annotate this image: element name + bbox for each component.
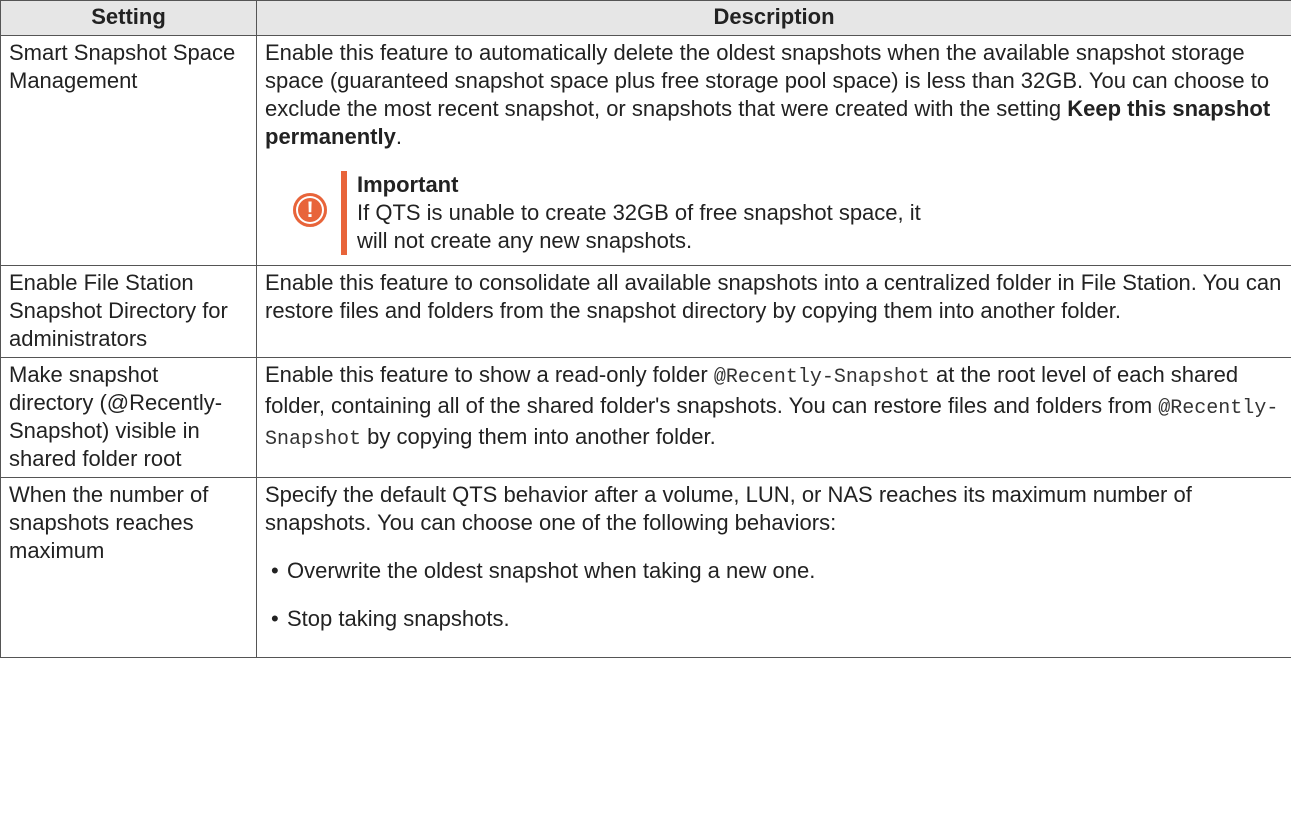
folder-code: @Recently-Snapshot bbox=[713, 366, 930, 389]
list-item: Stop taking snapshots. bbox=[271, 605, 1283, 633]
table-header-row: Setting Description bbox=[0, 0, 1291, 36]
settings-table: Setting Description Smart Snapshot Space… bbox=[0, 0, 1291, 658]
exclamation-icon: ! bbox=[293, 193, 327, 227]
description-text: Specify the default QTS behavior after a… bbox=[265, 482, 1192, 535]
important-note: ! Important If QTS is unable to create 3… bbox=[293, 171, 1283, 255]
description-text: Enable this feature to automatically del… bbox=[265, 40, 1271, 149]
description-cell: Enable this feature to automatically del… bbox=[256, 35, 1291, 266]
table-row: When the number of snapshots reaches max… bbox=[0, 477, 1291, 658]
description-cell: Specify the default QTS behavior after a… bbox=[256, 477, 1291, 658]
description-text: Enable this feature to consolidate all a… bbox=[265, 270, 1282, 323]
table-row: Enable File Station Snapshot Directory f… bbox=[0, 265, 1291, 358]
note-title: Important bbox=[357, 172, 459, 197]
behavior-options-list: Overwrite the oldest snapshot when takin… bbox=[265, 557, 1283, 633]
list-item: Overwrite the oldest snapshot when takin… bbox=[271, 557, 1283, 585]
setting-cell: Make snapshot directory (@Recently-Snaps… bbox=[0, 357, 257, 478]
setting-cell: When the number of snapshots reaches max… bbox=[0, 477, 257, 658]
note-text: If QTS is unable to create 32GB of free … bbox=[357, 200, 921, 253]
setting-cell: Smart Snapshot Space Management bbox=[0, 35, 257, 266]
header-setting: Setting bbox=[0, 0, 257, 36]
table-row: Make snapshot directory (@Recently-Snaps… bbox=[0, 357, 1291, 478]
description-text: Enable this feature to show a read-only … bbox=[265, 362, 1279, 451]
header-description: Description bbox=[256, 0, 1291, 36]
note-accent-bar bbox=[341, 171, 347, 255]
setting-cell: Enable File Station Snapshot Directory f… bbox=[0, 265, 257, 358]
description-cell: Enable this feature to show a read-only … bbox=[256, 357, 1291, 478]
table-row: Smart Snapshot Space Management Enable t… bbox=[0, 35, 1291, 266]
description-cell: Enable this feature to consolidate all a… bbox=[256, 265, 1291, 358]
